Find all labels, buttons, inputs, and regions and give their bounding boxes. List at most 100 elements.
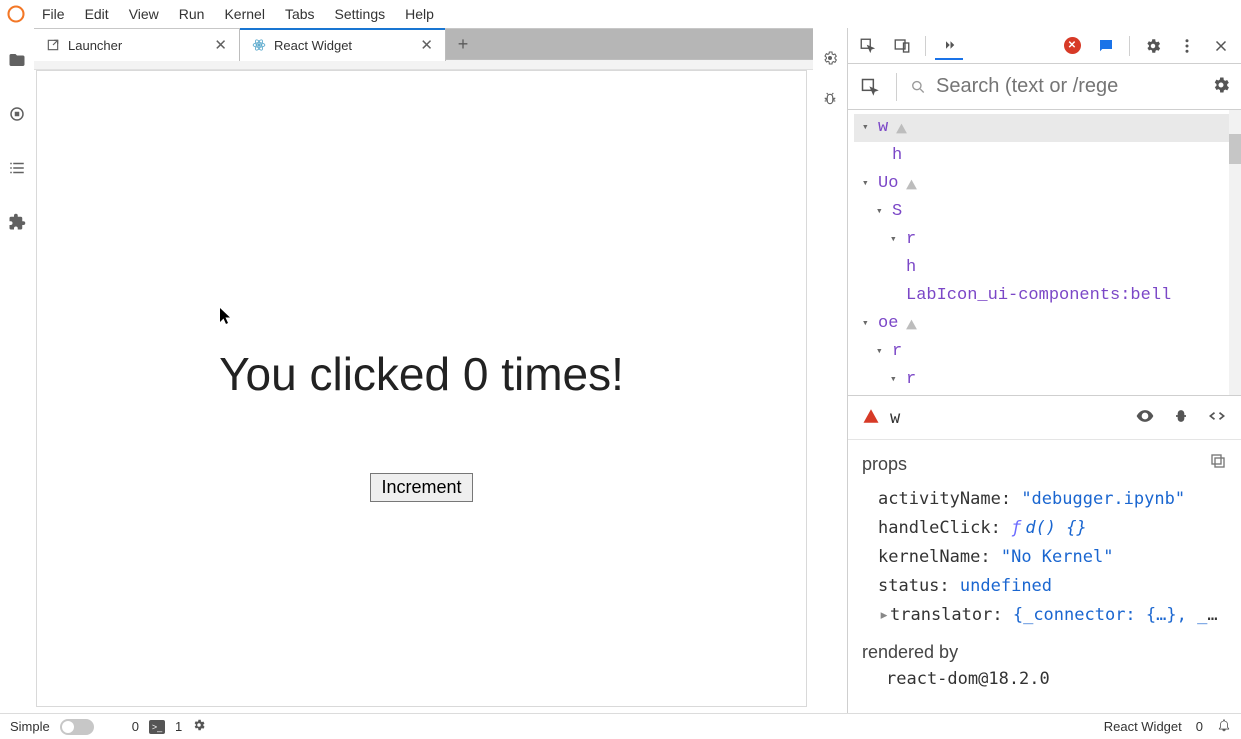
menu-file[interactable]: File bbox=[32, 2, 75, 26]
inspect-element-icon[interactable] bbox=[854, 32, 882, 60]
tree-node[interactable]: ▾r bbox=[854, 226, 1241, 254]
tree-node-name: w bbox=[878, 114, 888, 142]
close-devtools-icon[interactable] bbox=[1207, 32, 1235, 60]
tree-node-name: Uo bbox=[878, 170, 898, 198]
error-indicator-icon[interactable] bbox=[1058, 32, 1086, 60]
react-devtools-panel: ▾wh▾Uo▾S▾rhLabIcon_ui-components:bell▾oe… bbox=[847, 28, 1241, 713]
click-counter-heading: You clicked 0 times! bbox=[219, 347, 624, 401]
notification-bell-icon[interactable] bbox=[1217, 718, 1231, 735]
tree-warning-icon bbox=[904, 317, 918, 331]
more-tabs-icon[interactable] bbox=[935, 32, 963, 60]
suspend-icon[interactable] bbox=[1135, 406, 1155, 429]
tab-react-widget[interactable]: React Widget✕ bbox=[240, 29, 446, 61]
folder-icon[interactable] bbox=[7, 50, 27, 70]
property-inspector-icon[interactable] bbox=[822, 50, 838, 69]
prop-row[interactable]: kernelName: "No Kernel" bbox=[862, 543, 1227, 572]
inspect-dom-icon[interactable] bbox=[1171, 406, 1191, 429]
status-right-count: 0 bbox=[1196, 719, 1203, 734]
left-activity-bar bbox=[0, 28, 34, 713]
tree-node[interactable]: h bbox=[854, 142, 1241, 170]
tree-node-name: r bbox=[892, 338, 902, 366]
cursor-icon bbox=[219, 307, 233, 329]
status-settings-icon[interactable] bbox=[192, 718, 206, 735]
tree-node[interactable]: h bbox=[854, 254, 1241, 282]
prop-row[interactable]: status: undefined bbox=[862, 572, 1227, 601]
selected-component-name: w bbox=[890, 408, 900, 428]
status-bar: Simple 0 >_ 1 React Widget 0 bbox=[0, 713, 1241, 739]
pick-component-icon[interactable] bbox=[858, 72, 883, 102]
menu-kernel[interactable]: Kernel bbox=[214, 2, 274, 26]
menu-bar: FileEditViewRunKernelTabsSettingsHelp bbox=[0, 0, 1241, 28]
tree-node-name: LabIcon_ui-components:bell bbox=[906, 282, 1171, 310]
rendered-by-label: rendered by bbox=[862, 642, 1227, 663]
tab-title: Launcher bbox=[68, 38, 204, 53]
terminal-icon[interactable]: >_ bbox=[149, 720, 165, 734]
document-toolbar bbox=[34, 60, 813, 70]
menu-edit[interactable]: Edit bbox=[75, 2, 119, 26]
component-tree[interactable]: ▾wh▾Uo▾S▾rhLabIcon_ui-components:bell▾oe… bbox=[848, 110, 1241, 396]
toc-icon[interactable] bbox=[7, 158, 27, 178]
debugger-icon[interactable] bbox=[822, 91, 838, 110]
increment-button[interactable]: Increment bbox=[370, 473, 472, 502]
react-icon bbox=[252, 38, 266, 52]
prop-row[interactable]: activityName: "debugger.ipynb" bbox=[862, 485, 1227, 514]
selected-component-header: w bbox=[848, 396, 1241, 440]
search-icon bbox=[910, 77, 926, 97]
tree-node[interactable]: ▾w bbox=[854, 114, 1241, 142]
props-label: props bbox=[862, 450, 907, 479]
tree-node-name: h bbox=[906, 254, 916, 282]
launcher-icon bbox=[46, 38, 60, 52]
right-activity-bar bbox=[813, 28, 847, 713]
tree-node[interactable]: ▾r bbox=[854, 366, 1241, 394]
prop-row[interactable]: handleClick: ƒd() {} bbox=[862, 514, 1227, 543]
tree-node-name: r bbox=[906, 366, 916, 394]
tree-caret-icon: ▾ bbox=[876, 198, 886, 226]
view-source-icon[interactable] bbox=[1207, 406, 1227, 429]
devtools-toolbar bbox=[848, 28, 1241, 64]
tree-node[interactable]: ▾Uo bbox=[854, 170, 1241, 198]
tree-node-name: S bbox=[892, 198, 902, 226]
kernel-count: 0 bbox=[132, 719, 139, 734]
tree-warning-icon bbox=[904, 177, 918, 191]
status-document-label: React Widget bbox=[1104, 719, 1182, 734]
tree-caret-icon: ▾ bbox=[862, 114, 872, 142]
tree-scrollbar-thumb[interactable] bbox=[1229, 134, 1241, 164]
menu-tabs[interactable]: Tabs bbox=[275, 2, 325, 26]
rendered-by-value: react-dom@18.2.0 bbox=[862, 669, 1227, 689]
tab-strip: Launcher✕React Widget✕ + bbox=[34, 28, 813, 60]
tree-caret-icon: ▾ bbox=[890, 226, 900, 254]
tree-node-name: h bbox=[892, 142, 902, 170]
react-widget-pane: You clicked 0 times! Increment bbox=[36, 70, 807, 707]
settings-gear-icon[interactable] bbox=[1139, 32, 1167, 60]
messages-icon[interactable] bbox=[1092, 32, 1120, 60]
tree-node-name: r bbox=[906, 226, 916, 254]
component-search-input[interactable] bbox=[936, 75, 1201, 98]
tree-caret-icon: ▾ bbox=[876, 338, 886, 366]
props-panel: props activityName: "debugger.ipynb"hand… bbox=[848, 440, 1241, 630]
menu-help[interactable]: Help bbox=[395, 2, 444, 26]
tab-close-icon[interactable]: ✕ bbox=[212, 36, 229, 54]
rendered-by-section: rendered by react-dom@18.2.0 bbox=[848, 630, 1241, 701]
running-icon[interactable] bbox=[7, 104, 27, 124]
menu-view[interactable]: View bbox=[119, 2, 169, 26]
tab-launcher[interactable]: Launcher ✕ bbox=[34, 29, 240, 61]
kebab-menu-icon[interactable] bbox=[1173, 32, 1201, 60]
device-toggle-icon[interactable] bbox=[888, 32, 916, 60]
warning-icon bbox=[862, 407, 880, 428]
tree-node[interactable]: ▾r bbox=[854, 338, 1241, 366]
extensions-icon[interactable] bbox=[7, 212, 27, 232]
menu-settings[interactable]: Settings bbox=[325, 2, 396, 26]
tree-node[interactable]: ▾S bbox=[854, 198, 1241, 226]
tree-caret-icon: ▾ bbox=[862, 170, 872, 198]
simple-mode-label: Simple bbox=[10, 719, 50, 734]
copy-props-icon[interactable] bbox=[1209, 450, 1227, 479]
tab-close-icon[interactable]: ✕ bbox=[418, 36, 435, 54]
prop-row[interactable]: ▸translator: {_connector: {…}, _cu… bbox=[862, 601, 1227, 630]
tree-caret-icon: ▾ bbox=[862, 310, 872, 338]
simple-mode-toggle[interactable] bbox=[60, 719, 94, 735]
tree-node[interactable]: LabIcon_ui-components:bell bbox=[854, 282, 1241, 310]
tree-node[interactable]: ▾oe bbox=[854, 310, 1241, 338]
menu-run[interactable]: Run bbox=[169, 2, 215, 26]
new-tab-button[interactable]: + bbox=[450, 31, 476, 57]
devtools-settings-icon[interactable] bbox=[1211, 75, 1231, 98]
